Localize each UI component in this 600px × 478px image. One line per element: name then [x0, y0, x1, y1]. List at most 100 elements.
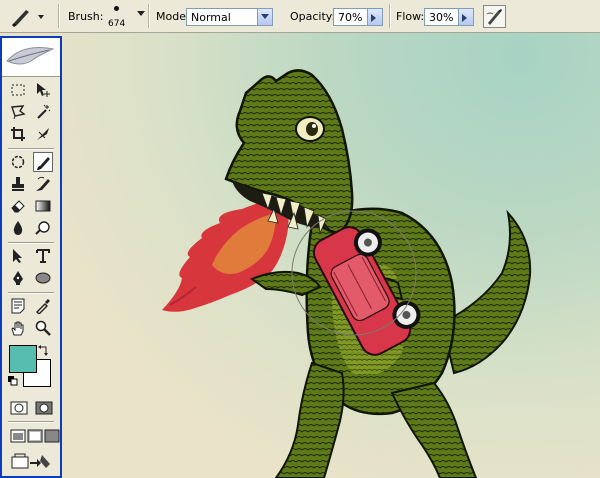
quick-mask-button[interactable] [33, 398, 55, 418]
imageready-icon [11, 453, 50, 469]
zoom-tool[interactable] [33, 318, 53, 338]
history-brush-tool[interactable] [33, 174, 53, 194]
history-brush-icon [36, 176, 50, 191]
slice-icon [37, 128, 49, 140]
lasso-icon [11, 105, 26, 120]
arrow-cursor-icon [13, 249, 22, 263]
pen-tool[interactable] [8, 268, 28, 288]
pen-icon [13, 271, 23, 285]
options-separator [389, 4, 391, 28]
dinosaur-leg-right [390, 381, 478, 478]
foreground-color-swatch[interactable] [9, 345, 37, 373]
brush-size: 674 [108, 19, 126, 29]
type-tool[interactable] [33, 246, 53, 266]
clone-stamp-tool[interactable] [8, 174, 28, 194]
tools-palette [0, 36, 62, 478]
hand-tool[interactable] [8, 318, 28, 338]
brush-label: Brush: [68, 10, 104, 23]
bandage-icon [11, 155, 25, 169]
palette-separator [8, 292, 54, 294]
chevron-down-icon [38, 15, 44, 19]
shape-tool[interactable] [33, 268, 53, 288]
droplet-icon [13, 221, 23, 235]
chevron-down-icon[interactable] [137, 11, 145, 17]
marquee-icon [11, 84, 25, 96]
crop-icon [11, 127, 25, 141]
opacity-value: 70% [338, 11, 363, 24]
jump-to-imageready[interactable] [8, 450, 54, 472]
dodge-tool[interactable] [33, 218, 53, 238]
marquee-tool[interactable] [8, 80, 28, 100]
screen-mode-icon [44, 429, 60, 443]
brush-icon [12, 10, 44, 27]
palette-header[interactable] [2, 38, 60, 77]
path-selection-tool[interactable] [8, 246, 28, 266]
blur-tool[interactable] [8, 218, 28, 238]
palette-separator [8, 242, 54, 244]
opacity-label: Opacity: [290, 10, 336, 23]
flow-value: 30% [429, 11, 454, 24]
mode-select[interactable]: Normal [186, 8, 273, 26]
opacity-field[interactable]: 70% [333, 8, 383, 26]
brush-preset-picker[interactable]: 674 [104, 2, 132, 32]
chevron-right-icon [371, 14, 376, 22]
magnifier-icon [35, 320, 51, 336]
healing-brush-tool[interactable] [8, 152, 28, 172]
magic-wand-icon [37, 104, 51, 119]
screen-mode-icon [27, 429, 43, 443]
opacity-slider-button[interactable] [367, 9, 382, 25]
screen-mode-icon [10, 429, 26, 443]
options-separator [58, 4, 60, 28]
standard-mode-icon [10, 401, 28, 415]
gradient-tool[interactable] [33, 196, 53, 216]
slice-tool[interactable] [33, 124, 53, 144]
note-icon [11, 298, 25, 314]
airbrush-icon [486, 9, 502, 25]
dinosaur-illustration [162, 69, 532, 478]
dinosaur-eye [295, 116, 325, 142]
mode-value: Normal [191, 11, 231, 24]
hand-icon [11, 321, 24, 336]
eyedropper-tool[interactable] [33, 296, 53, 316]
swap-colors-icon[interactable] [38, 344, 50, 356]
document-canvas[interactable] [62, 33, 600, 478]
quick-mask-icon [35, 401, 53, 415]
flow-label: Flow: [396, 10, 425, 23]
brush-icon [37, 157, 50, 170]
stamp-icon [12, 177, 24, 191]
move-icon [37, 83, 50, 97]
flow-slider-button[interactable] [458, 9, 473, 25]
chevron-right-icon [462, 14, 467, 22]
options-bar: Brush: 674 Mode: Normal Opacity: 70% Flo… [0, 0, 600, 33]
dinosaur-tail [440, 209, 532, 375]
chevron-down-icon [261, 14, 269, 19]
mode-label: Mode: [156, 10, 190, 23]
feather-logo-icon [6, 47, 55, 65]
notes-tool[interactable] [8, 296, 28, 316]
palette-separator [8, 148, 54, 150]
default-colors-icon[interactable] [8, 376, 18, 386]
mode-dropdown-button[interactable] [257, 9, 272, 25]
airbrush-toggle[interactable] [483, 5, 506, 28]
brush-tool[interactable] [33, 152, 53, 172]
fire-breath [162, 195, 289, 312]
dodge-icon [35, 221, 50, 235]
flow-field[interactable]: 30% [424, 8, 474, 26]
screen-mode-full[interactable] [42, 426, 62, 446]
eyedropper-icon [36, 299, 50, 314]
ellipse-icon [35, 272, 51, 284]
type-icon [36, 249, 50, 263]
dinosaur-leg-left [274, 361, 345, 478]
brush-tip-preview [114, 6, 119, 11]
crop-tool[interactable] [8, 124, 28, 144]
lasso-tool[interactable] [8, 102, 28, 122]
tool-preset-picker[interactable] [8, 4, 50, 28]
options-separator [148, 4, 150, 28]
standard-mode-button[interactable] [8, 398, 30, 418]
magic-wand-tool[interactable] [33, 102, 53, 122]
palette-separator [8, 421, 54, 423]
move-tool[interactable] [33, 80, 53, 100]
eraser-tool[interactable] [8, 196, 28, 216]
gradient-icon [35, 200, 51, 212]
eraser-icon [11, 200, 25, 213]
